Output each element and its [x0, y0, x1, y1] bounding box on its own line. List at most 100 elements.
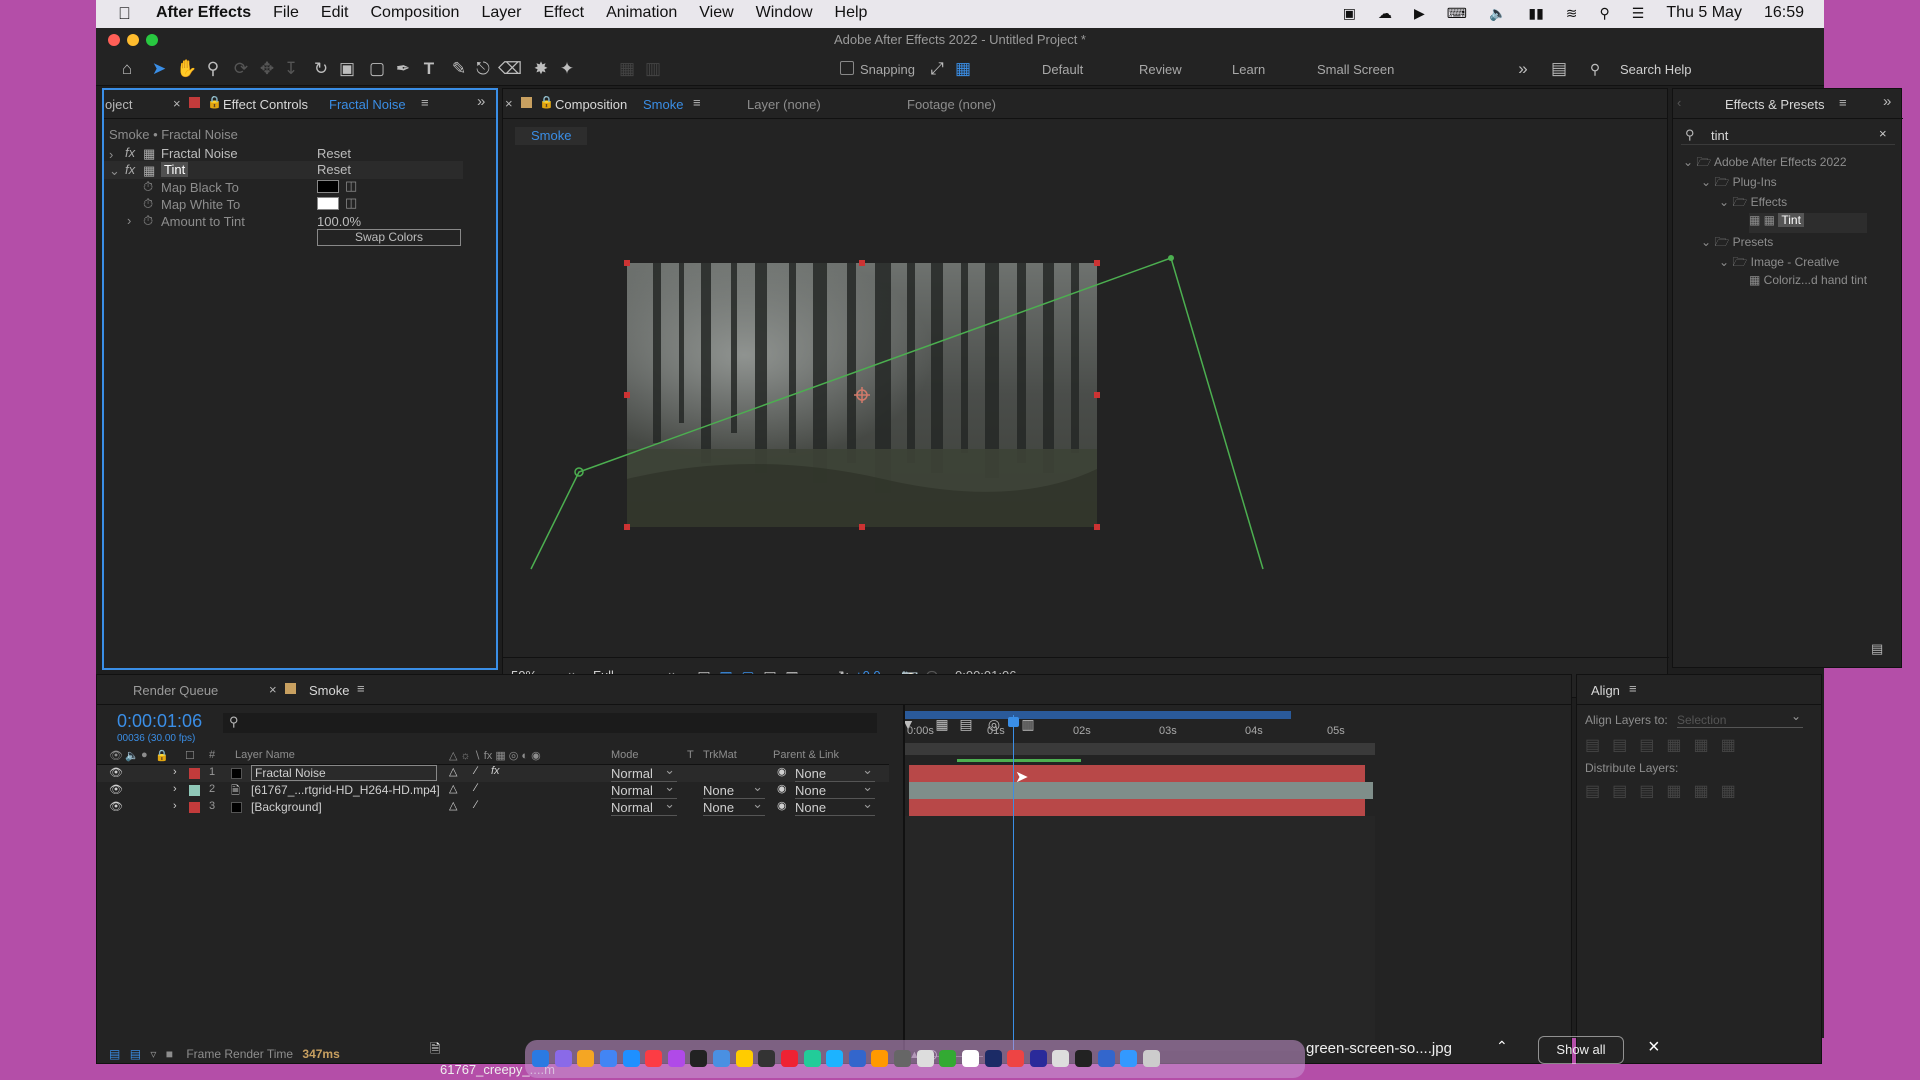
tree-node-colorize-preset[interactable]: ▦ Coloriz...d hand tint — [1749, 273, 1867, 293]
reset-tint[interactable]: Reset — [317, 162, 351, 177]
wifi-icon[interactable]: ≋ — [1566, 5, 1578, 22]
visibility-icon[interactable]: 👁 — [109, 800, 123, 813]
tree-node-effects[interactable]: ⌄ 🗁 Effects — [1719, 193, 1867, 213]
menu-effect[interactable]: Effect — [543, 4, 584, 22]
new-bin-icon[interactable]: ▤ — [1871, 641, 1883, 657]
pickwhip-icon[interactable]: ◉ — [777, 799, 787, 812]
lock-switch-icon[interactable]: 🔒 — [155, 749, 169, 762]
eraser-icon[interactable]: ⌫ — [498, 58, 522, 80]
music-icon[interactable] — [645, 1050, 663, 1067]
menu-animation[interactable]: Animation — [606, 4, 677, 22]
numbers-icon[interactable] — [803, 1050, 821, 1067]
effects-presets-menu-icon[interactable]: ≡ — [1839, 95, 1847, 110]
volume-icon[interactable]: 🔈 — [1489, 5, 1506, 22]
ep-expand-icon[interactable]: » — [1883, 93, 1891, 110]
work-area-range[interactable] — [905, 711, 1291, 719]
comp-lock-icon[interactable]: 🔒 — [539, 95, 554, 109]
more-workspaces-icon[interactable]: » — [1512, 58, 1534, 80]
layer-label-color[interactable] — [189, 802, 200, 813]
chevron-up-icon[interactable]: ⌃ — [1496, 1038, 1508, 1055]
type-tool-icon[interactable]: T — [418, 58, 440, 80]
workspace-review[interactable]: Review — [1139, 62, 1182, 77]
tree-node-image-creative[interactable]: ⌄ 🗁 Image - Creative — [1719, 253, 1867, 273]
visibility-icon[interactable]: 👁 — [109, 766, 123, 779]
pan-tool-icon[interactable]: ✥ — [256, 58, 278, 80]
effects-search-field[interactable]: ⚲ tint × — [1681, 126, 1895, 145]
quality-icon[interactable]: ∕ — [475, 799, 477, 811]
comp-viewer[interactable] — [503, 149, 1669, 649]
render-queue-tab[interactable]: Render Queue — [133, 683, 218, 698]
align-tab[interactable]: Align — [1591, 683, 1620, 698]
layer-switches-icon[interactable]: ▤ — [109, 1047, 120, 1061]
battery-icon[interactable]: ▮▮ — [1528, 5, 1543, 22]
comp-panel-menu-icon[interactable]: ≡ — [693, 95, 701, 110]
pen-tool-icon[interactable]: ✒ — [392, 58, 414, 80]
menu-view[interactable]: View — [699, 4, 733, 22]
lock-icon[interactable]: 🔒 — [207, 95, 222, 109]
workspace-small-screen[interactable]: Small Screen — [1317, 62, 1394, 77]
notes-icon[interactable] — [735, 1050, 753, 1067]
show-all-button[interactable]: Show all — [1538, 1036, 1624, 1064]
snap-target-icon[interactable]: ▦ — [952, 58, 974, 80]
eyedropper-black-icon[interactable]: ◫ — [345, 178, 357, 194]
close-comp-tab-icon[interactable]: × — [505, 96, 513, 111]
orbit-tool-icon[interactable]: ⟳ — [230, 58, 252, 80]
align-to-dropdown[interactable]: Selection — [1677, 709, 1803, 728]
amount-to-tint-value[interactable]: 100.0% — [317, 214, 361, 229]
parent-dropdown[interactable]: None — [795, 796, 875, 816]
timeline-timecode[interactable]: 0:00:01:06 — [117, 711, 202, 732]
timeline-comp-tab[interactable]: Smoke — [309, 683, 349, 698]
photos-icon[interactable] — [961, 1050, 979, 1067]
disclosure-arrow-icon[interactable]: › — [109, 147, 113, 162]
effects-presets-title[interactable]: Effects & Presets — [1725, 97, 1824, 112]
table-row[interactable]: 👁 › 2 🗎 [61767_...rtgrid-HD_H264-HD.mp4]… — [97, 779, 889, 799]
tree-node-presets[interactable]: ⌄ 🗁 Presets — [1701, 233, 1867, 253]
apple-tv-icon[interactable] — [690, 1050, 708, 1067]
layer-bar-2[interactable] — [909, 782, 1373, 799]
final-cut-icon[interactable] — [758, 1050, 776, 1067]
snap-edge-icon[interactable]: ▥ — [642, 58, 664, 80]
shy-icon[interactable]: △ — [449, 799, 457, 812]
app-store-icon[interactable] — [622, 1050, 640, 1067]
discord-icon[interactable] — [1052, 1050, 1070, 1067]
stopwatch-amount-icon[interactable]: ⏱ — [143, 213, 153, 229]
tree-node-ae2022[interactable]: ⌄ 🗁 Adobe After Effects 2022 — [1683, 153, 1867, 173]
composition-tab-name[interactable]: Smoke — [643, 97, 683, 112]
distribute-buttons[interactable]: ▤▤▤▦▦▦ — [1585, 781, 1748, 801]
hand-tool-icon[interactable]: ✋ — [176, 58, 198, 80]
menu-file[interactable]: File — [273, 4, 299, 22]
table-row[interactable]: 👁 › 3 [Background] △ ∕ Normal None ◉ Non… — [97, 796, 889, 816]
snap-option-icon[interactable]: ⤢ — [926, 58, 948, 80]
workspace-default[interactable]: Default — [1042, 62, 1083, 77]
reset-fractal-noise[interactable]: Reset — [317, 146, 351, 161]
swap-colors-button[interactable]: Swap Colors — [317, 229, 461, 246]
layer-label-color[interactable] — [189, 768, 200, 779]
keyboard-icon[interactable]: ⌨ — [1447, 5, 1467, 22]
roto-brush-icon[interactable]: ✸ — [530, 58, 552, 80]
align-menu-icon[interactable]: ≡ — [1629, 681, 1637, 696]
facetime-icon[interactable] — [939, 1050, 957, 1067]
workspace-switch-icon[interactable]: ▤ — [1548, 58, 1570, 80]
terminal-icon[interactable] — [1075, 1050, 1092, 1067]
label-column-icon[interactable]: ☐ — [185, 749, 195, 762]
work-area-bar[interactable] — [905, 711, 1291, 719]
creative-cloud-icon[interactable]: ☁ — [1378, 5, 1392, 22]
visibility-icon[interactable]: 👁 — [109, 783, 123, 796]
podcasts-icon[interactable] — [667, 1050, 685, 1067]
effect-controls-tab[interactable]: Effect Controls — [223, 97, 308, 112]
trash-icon[interactable] — [1142, 1050, 1160, 1067]
shy-icon[interactable]: △ — [449, 765, 457, 778]
control-center-icon[interactable]: ☰ — [1632, 5, 1645, 22]
layer-name[interactable]: [Background] — [251, 800, 322, 814]
preview-icon[interactable] — [916, 1050, 934, 1067]
playhead-handle[interactable] — [1008, 717, 1019, 727]
collapse-left-icon-2[interactable]: ‹ — [1677, 95, 1681, 110]
selection-tool-icon[interactable]: ➤ — [148, 58, 170, 80]
transfer-controls-icon[interactable]: ▤ — [130, 1047, 141, 1061]
anchor-tool-icon[interactable]: ▣ — [336, 58, 358, 80]
pickwhip-icon[interactable]: ◉ — [777, 765, 787, 778]
dock-right-file[interactable]: green-screen-so....jpg — [1306, 1040, 1452, 1057]
comp-breadcrumb[interactable]: Smoke — [515, 127, 588, 145]
shy-icon[interactable]: △ — [449, 782, 457, 795]
table-row[interactable]: 👁 › 1 Fractal Noise △ ∕ fx Normal ◉ None — [97, 762, 889, 782]
